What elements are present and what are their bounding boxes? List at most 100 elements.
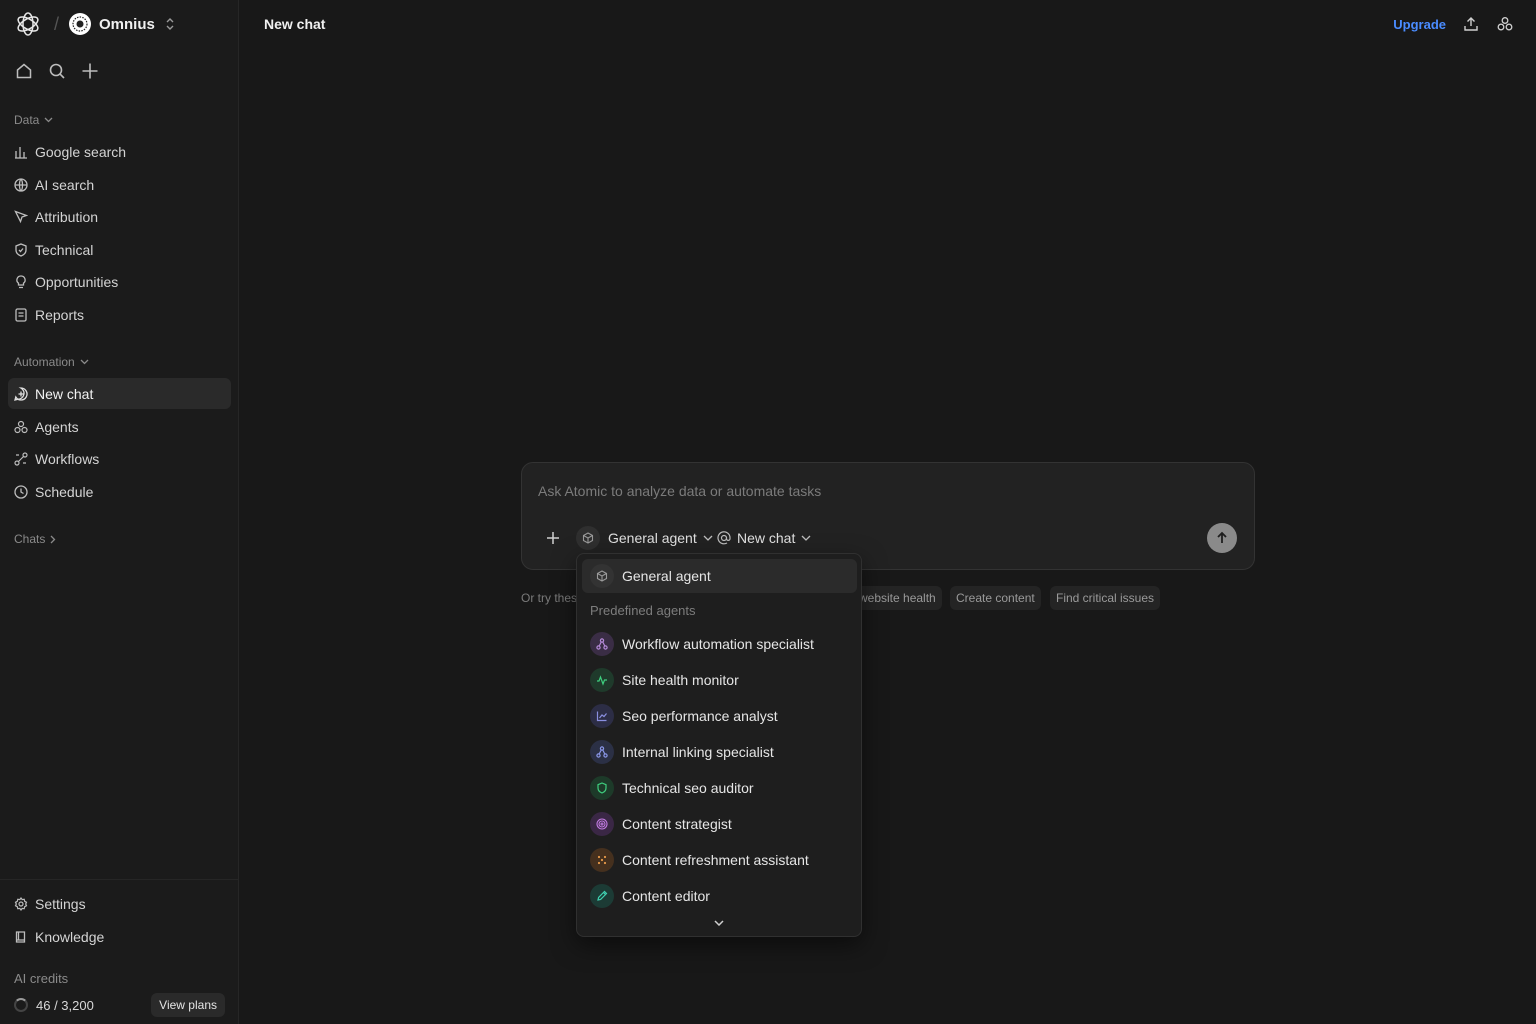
agent-option-technical-seo-auditor[interactable]: Technical seo auditor: [582, 771, 857, 805]
book-icon: [14, 930, 28, 944]
sidebar-item-opportunities[interactable]: Opportunities: [8, 266, 231, 297]
network-icon: [590, 740, 614, 764]
sidebar-item-ai-search[interactable]: AI search: [8, 169, 231, 200]
sidebar-item-label: AI search: [35, 176, 95, 193]
agent-option-seo-performance-analyst[interactable]: Seo performance analyst: [582, 699, 857, 733]
pulse-icon: [590, 668, 614, 692]
workspace-name: Omnius: [99, 15, 155, 33]
share-button[interactable]: [1462, 15, 1480, 33]
app-logo-icon: [14, 10, 42, 38]
agents-button[interactable]: [1496, 15, 1514, 33]
chat-selector[interactable]: New chat: [717, 526, 811, 550]
data-section-toggle[interactable]: Data: [14, 113, 53, 127]
automation-section-toggle[interactable]: Automation: [14, 355, 89, 369]
sidebar-item-attribution[interactable]: Attribution: [8, 201, 231, 232]
chevron-down-icon: [714, 920, 724, 926]
suggestion-chip[interactable]: Create content: [950, 586, 1041, 610]
chevron-down-icon: [44, 117, 53, 123]
agent-option-label: Site health monitor: [622, 672, 739, 688]
chats-section-toggle[interactable]: Chats: [14, 532, 56, 546]
sidebar-item-knowledge[interactable]: Knowledge: [8, 921, 231, 952]
sidebar-item-agents[interactable]: Agents: [8, 411, 231, 442]
automation-section-label: Automation: [14, 355, 75, 369]
chat-selector-label: New chat: [737, 530, 796, 546]
chats-section-label: Chats: [14, 532, 46, 546]
sidebar-item-label: Reports: [35, 306, 85, 323]
chevron-right-icon: [50, 535, 56, 543]
plus-icon: [547, 532, 559, 544]
sidebar-item-label: Schedule: [35, 483, 94, 500]
sidebar-item-label: Opportunities: [35, 273, 119, 290]
sidebar-item-label: Technical: [35, 241, 94, 258]
scroll-more-button[interactable]: [712, 916, 726, 930]
shield-icon: [590, 776, 614, 800]
upload-icon: [1464, 17, 1478, 31]
sidebar-item-reports[interactable]: Reports: [8, 299, 231, 330]
sidebar-divider: [0, 879, 239, 880]
agent-option-general[interactable]: General agent: [582, 559, 857, 593]
cursor-icon: [14, 209, 28, 224]
chevron-down-icon: [703, 535, 713, 541]
chat-plus-icon: [14, 386, 28, 401]
sidebar-item-schedule[interactable]: Schedule: [8, 476, 231, 507]
breadcrumb-separator: /: [54, 13, 60, 34]
agent-option-content-refreshment-assistant[interactable]: Content refreshment assistant: [582, 843, 857, 877]
clock-icon: [14, 484, 28, 499]
agent-option-workflow-automation-specialist[interactable]: Workflow automation specialist: [582, 627, 857, 661]
globe-icon: [14, 177, 28, 192]
bar-chart-icon: [14, 145, 28, 159]
agent-option-internal-linking-specialist[interactable]: Internal linking specialist: [582, 735, 857, 769]
shield-icon: [14, 242, 28, 257]
attach-button[interactable]: [542, 527, 564, 549]
report-icon: [14, 307, 28, 322]
search-button[interactable]: [47, 61, 67, 81]
credits-progress-ring: [14, 998, 28, 1012]
sidebar-item-new-chat[interactable]: New chat: [8, 378, 231, 409]
agent-option-site-health-monitor[interactable]: Site health monitor: [582, 663, 857, 697]
agent-option-content-strategist[interactable]: Content strategist: [582, 807, 857, 841]
agents-icon: [14, 420, 28, 434]
line-chart-icon: [590, 704, 614, 728]
suggestion-chip[interactable]: Find critical issues: [1050, 586, 1161, 610]
workflow-icon: [590, 632, 614, 656]
predefined-agents-heading: Predefined agents: [590, 603, 696, 618]
workspace-logo-icon: [69, 13, 92, 35]
sidebar-item-label: Agents: [35, 418, 79, 435]
home-icon: [16, 63, 32, 79]
suggestions-prefix: Or try thes: [521, 591, 578, 605]
page-title: New chat: [264, 16, 326, 32]
send-button[interactable]: [1207, 523, 1237, 553]
agent-option-content-editor[interactable]: Content editor: [582, 879, 857, 913]
agent-option-label: Technical seo auditor: [622, 780, 754, 796]
agent-option-label: Content refreshment assistant: [622, 852, 809, 868]
chevron-down-icon: [801, 535, 811, 541]
search-icon: [49, 63, 65, 79]
sidebar-item-google-search[interactable]: Google search: [8, 136, 231, 167]
new-button[interactable]: [80, 61, 100, 81]
view-plans-button[interactable]: View plans: [151, 993, 225, 1017]
sidebar-item-label: Workflows: [35, 450, 100, 467]
sparkle-icon: [590, 848, 614, 872]
suggestion-chip[interactable]: website health: [853, 586, 942, 610]
agents-icon: [1497, 17, 1513, 31]
chat-input[interactable]: Ask Atomic to analyze data or automate t…: [538, 483, 821, 499]
plus-icon: [82, 63, 98, 79]
agent-option-label: Seo performance analyst: [622, 708, 778, 724]
workflow-icon: [14, 451, 28, 466]
sidebar-item-label: New chat: [35, 385, 94, 402]
lightbulb-icon: [14, 274, 28, 289]
credits-label: AI credits: [14, 971, 69, 986]
sidebar-item-label: Settings: [35, 895, 86, 912]
sidebar-item-label: Knowledge: [35, 928, 105, 945]
data-section-label: Data: [14, 113, 40, 127]
upgrade-link[interactable]: Upgrade: [1393, 17, 1446, 32]
home-button[interactable]: [14, 61, 34, 81]
credits-value: 46 / 3,200: [36, 997, 94, 1013]
agent-option-label: Content editor: [622, 888, 710, 904]
sidebar-item-technical[interactable]: Technical: [8, 234, 231, 265]
agent-selector[interactable]: General agent: [576, 526, 713, 550]
sidebar-item-workflows[interactable]: Workflows: [8, 443, 231, 474]
sidebar-item-settings[interactable]: Settings: [8, 888, 231, 919]
workspace-switcher[interactable]: / Omnius: [14, 10, 175, 38]
agent-dropdown: General agent Predefined agents Workflow…: [576, 553, 862, 937]
